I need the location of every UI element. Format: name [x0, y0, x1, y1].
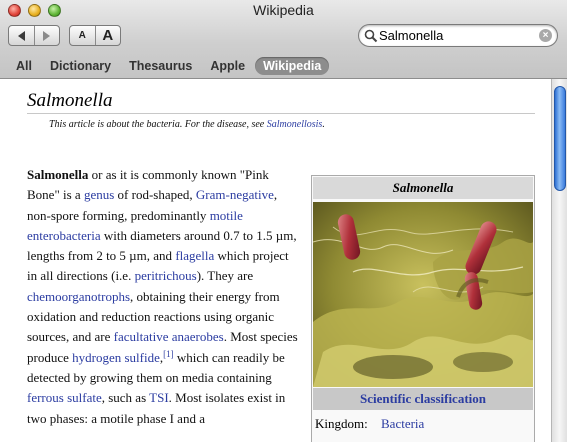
- dictionary-window: Wikipedia A A × AllDictionaryThesaurusAp…: [0, 0, 567, 442]
- search-input[interactable]: [379, 27, 539, 44]
- infobox: Salmonella Scientific classification Kin…: [311, 175, 535, 442]
- article-title: Salmonella: [27, 90, 113, 111]
- article-link[interactable]: Gram-negative: [196, 187, 274, 202]
- bacteria-micrograph-image[interactable]: [313, 202, 533, 387]
- font-size-group: A A: [69, 25, 121, 46]
- micrograph-illustration: [313, 202, 533, 387]
- larger-text-button[interactable]: A: [94, 26, 121, 45]
- forward-button[interactable]: [33, 26, 60, 45]
- window-title: Wikipedia: [253, 2, 314, 18]
- infobox-classification-header[interactable]: Scientific classification: [313, 388, 533, 410]
- article-link[interactable]: ferrous sulfate: [27, 390, 102, 405]
- infobox-row-value[interactable]: Bacteria: [381, 416, 424, 432]
- article-text: , such as: [101, 390, 150, 406]
- article-link[interactable]: peritrichous: [135, 268, 197, 283]
- window-toolbar: Wikipedia A A × AllDictionaryThesaurusAp…: [0, 0, 567, 79]
- scope-thesaurus[interactable]: Thesaurus: [121, 57, 200, 75]
- clear-search-icon[interactable]: ×: [539, 29, 552, 42]
- scope-wikipedia[interactable]: Wikipedia: [255, 57, 330, 75]
- citation-link[interactable]: [1]: [163, 349, 174, 359]
- source-scope-bar: All Dictionary Thesaurus Apple Wikipedia: [0, 56, 331, 76]
- article-link[interactable]: hydrogen sulfide: [72, 350, 160, 365]
- article-text: of rod-shaped,: [114, 187, 196, 203]
- article-link[interactable]: genus: [84, 187, 114, 202]
- back-arrow-icon: [17, 30, 25, 41]
- scope-all[interactable]: All: [8, 57, 40, 75]
- article-paragraph: Salmonella or as it is commonly known "P…: [27, 165, 299, 429]
- scope-dictionary[interactable]: Dictionary: [42, 57, 119, 75]
- infobox-title: Salmonella: [313, 177, 533, 199]
- hatnote-end: .: [322, 119, 325, 130]
- article-term: Salmonella: [27, 167, 89, 182]
- article-link[interactable]: flagella: [175, 248, 214, 263]
- vertical-scrollbar[interactable]: [551, 79, 567, 442]
- infobox-row-key: Kingdom:: [315, 416, 368, 431]
- article-link[interactable]: facultative anaerobes: [114, 329, 224, 344]
- hatnote: This article is about the bacteria. For …: [49, 119, 325, 130]
- article-link[interactable]: chemoorganotrophs: [27, 289, 130, 304]
- smaller-text-button[interactable]: A: [70, 26, 95, 45]
- history-nav-group: [8, 25, 60, 46]
- hatnote-link[interactable]: Salmonellosis: [267, 119, 323, 130]
- back-button[interactable]: [9, 26, 34, 45]
- search-icon: [364, 29, 378, 43]
- title-divider: [27, 113, 535, 114]
- article-link[interactable]: TSI: [149, 390, 169, 405]
- search-field[interactable]: ×: [358, 24, 558, 47]
- scrollbar-thumb[interactable]: [554, 86, 566, 191]
- hatnote-text: This article is about the bacteria. For …: [49, 119, 267, 130]
- article-content: Salmonella This article is about the bac…: [0, 79, 551, 442]
- scope-apple[interactable]: Apple: [202, 57, 253, 75]
- article-text: ). They are: [196, 268, 254, 284]
- forward-arrow-icon: [43, 30, 51, 41]
